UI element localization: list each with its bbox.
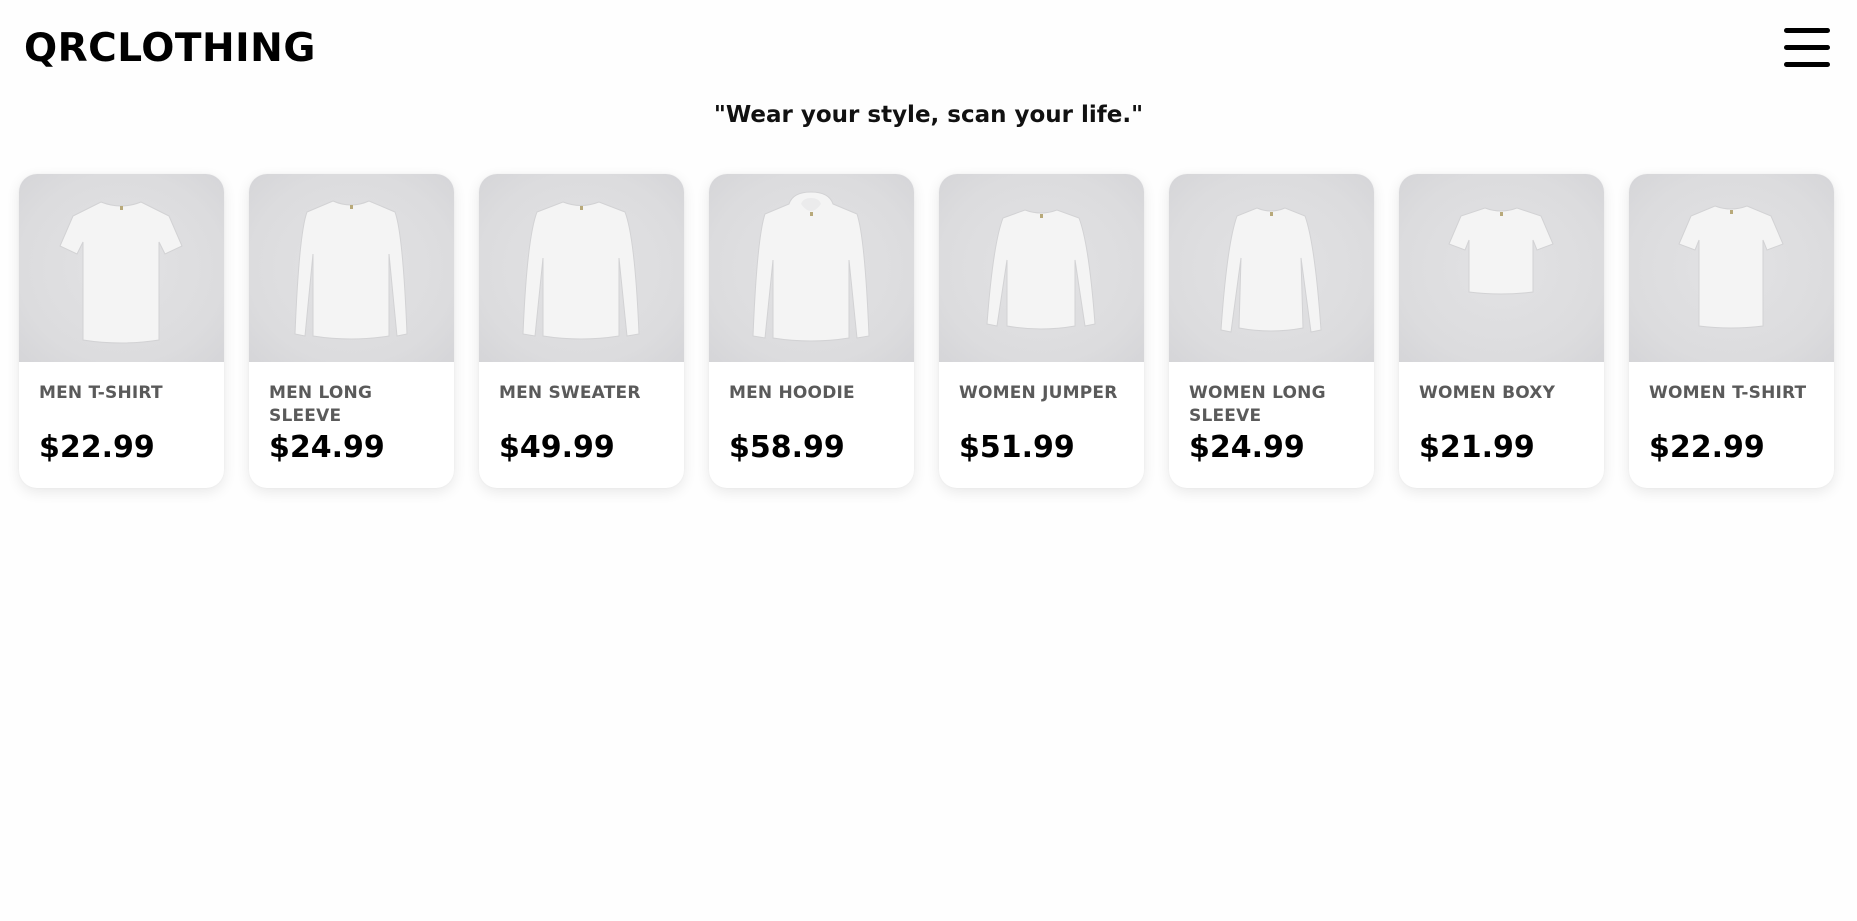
product-name[interactable]: MEN HOODIE [729,382,894,428]
product-price: $21.99 [1419,430,1535,465]
product-image[interactable] [1399,174,1604,362]
product-name[interactable]: MEN T-SHIRT [39,382,204,428]
product-price: $24.99 [269,430,385,465]
product-card[interactable]: WOMEN JUMPER $51.99 [939,174,1144,488]
product-price: $49.99 [499,430,615,465]
hamburger-menu-icon[interactable] [1784,28,1830,68]
longsleeve-fitted-image [1220,207,1322,333]
product-card[interactable]: WOMEN BOXY $21.99 [1399,174,1604,488]
product-name[interactable]: WOMEN JUMPER [959,382,1124,428]
product-name[interactable]: MEN LONG SLEEVE [269,382,434,428]
product-name[interactable]: MEN SWEATER [499,382,664,428]
product-price: $58.99 [729,430,845,465]
product-image[interactable] [249,174,454,362]
jumper-image [986,209,1096,330]
product-price: $22.99 [1649,430,1765,465]
site-logo[interactable]: QRCLOTHING [24,26,316,72]
product-card[interactable]: MEN SWEATER $49.99 [479,174,684,488]
product-name[interactable]: WOMEN T-SHIRT [1649,382,1814,428]
product-card[interactable]: MEN LONG SLEEVE $24.99 [249,174,454,488]
menu-bar-middle [1784,45,1830,50]
tshirt-women-image [1678,205,1784,329]
product-card[interactable]: MEN HOODIE $58.99 [709,174,914,488]
product-name[interactable]: WOMEN LONG SLEEVE [1189,382,1354,428]
tagline: "Wear your style, scan your life." [713,102,1144,128]
product-price: $24.99 [1189,430,1305,465]
product-image[interactable] [1169,174,1374,362]
site-header: QRCLOTHING [0,0,1857,100]
product-image[interactable] [709,174,914,362]
sweater-image [522,201,640,340]
longsleeve-image [294,200,408,340]
product-price: $51.99 [959,430,1075,465]
product-card[interactable]: WOMEN LONG SLEEVE $24.99 [1169,174,1374,488]
product-image[interactable] [1629,174,1834,362]
menu-bar-top [1784,28,1830,33]
product-image[interactable] [939,174,1144,362]
product-card[interactable]: MEN T-SHIRT $22.99 [19,174,224,488]
product-image[interactable] [19,174,224,362]
menu-bar-bottom [1784,62,1830,67]
product-price: $22.99 [39,430,155,465]
product-image[interactable] [479,174,684,362]
product-grid: MEN T-SHIRT $22.99 MEN LONG SLEEVE $24.9… [19,174,1841,489]
boxy-image [1448,207,1554,295]
hoodie-image [752,191,870,342]
product-name[interactable]: WOMEN BOXY [1419,382,1584,428]
tshirt-image [59,201,183,344]
product-card[interactable]: WOMEN T-SHIRT $22.99 [1629,174,1834,488]
